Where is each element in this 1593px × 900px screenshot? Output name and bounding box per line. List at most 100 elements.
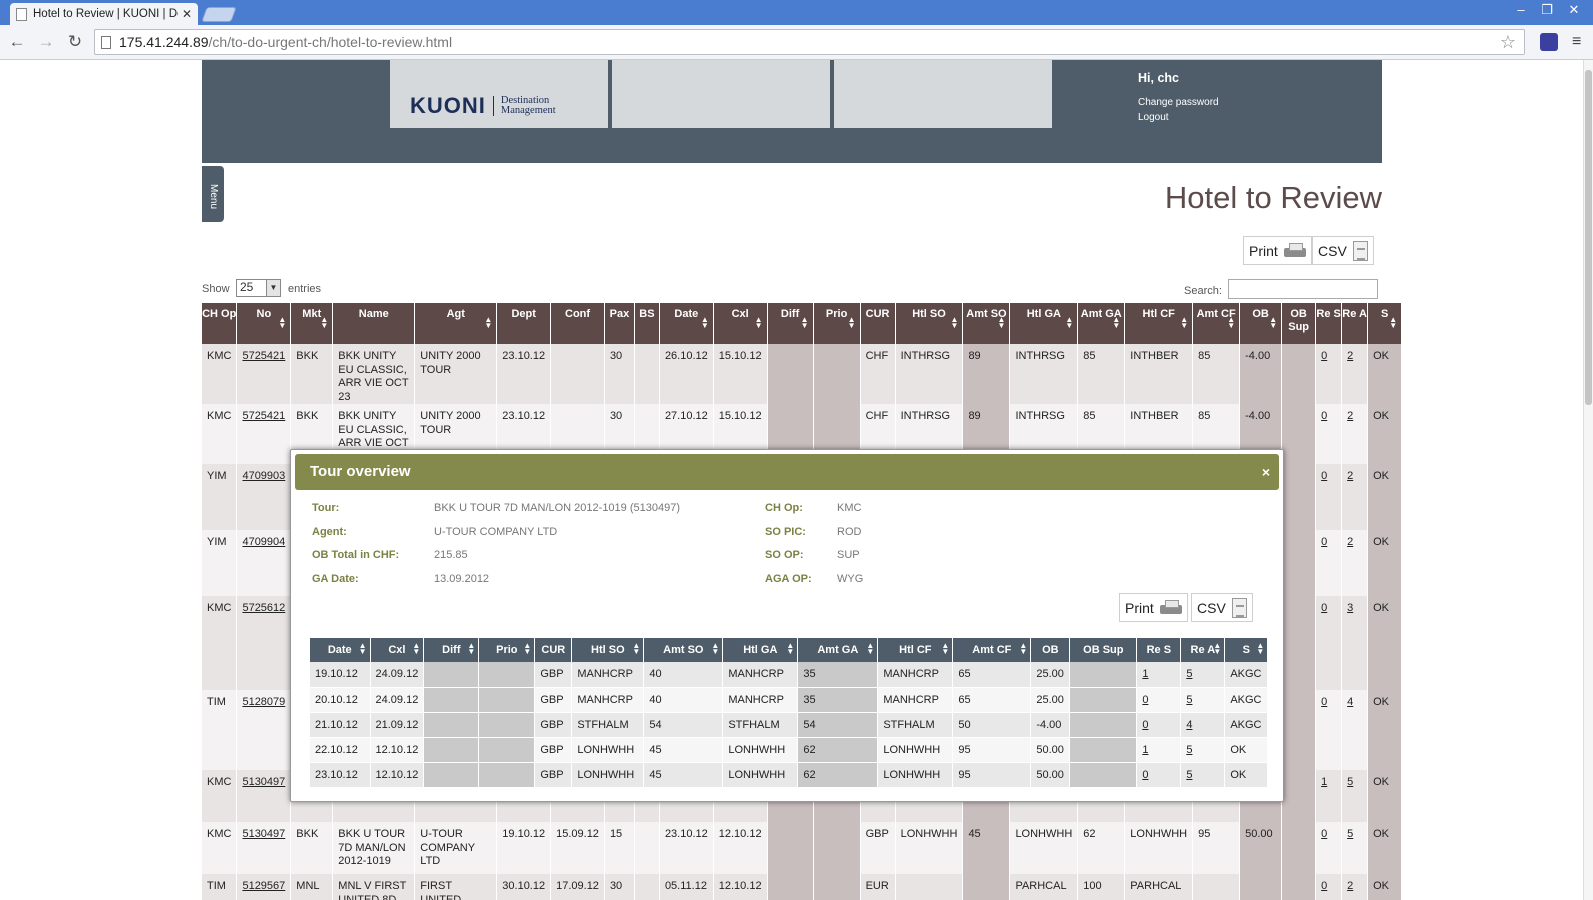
minimize-icon[interactable]: –: [1510, 2, 1532, 17]
back-icon[interactable]: ←: [7, 32, 27, 52]
row-link[interactable]: 5: [1186, 744, 1192, 756]
dialog-csv-button[interactable]: CSV: [1191, 593, 1253, 622]
table-cell[interactable]: 5130497: [236, 822, 292, 874]
column-header[interactable]: OB ▲ ▼: [1239, 303, 1283, 344]
table-cell[interactable]: 0: [1315, 596, 1343, 690]
forward-icon[interactable]: →: [36, 32, 56, 52]
table-cell[interactable]: 5: [1180, 687, 1226, 713]
row-link[interactable]: 5130497: [242, 776, 285, 788]
column-header[interactable]: Htl CF ▲ ▼: [877, 638, 954, 662]
column-header[interactable]: Amt GA ▲ ▼: [1077, 303, 1126, 344]
row-link[interactable]: 5725421: [242, 350, 285, 362]
column-header[interactable]: S ▲ ▼: [1224, 638, 1269, 662]
row-link[interactable]: 2: [1347, 536, 1353, 548]
column-header[interactable]: Re A ▲ ▼: [1180, 638, 1226, 662]
column-header[interactable]: Htl SO ▲ ▼: [571, 638, 645, 662]
row-link[interactable]: 3: [1347, 602, 1353, 614]
column-header[interactable]: Cxl ▲ ▼: [713, 303, 768, 344]
column-header[interactable]: Amt CF ▲ ▼: [1192, 303, 1241, 344]
column-header[interactable]: Re A: [1341, 303, 1369, 344]
column-header[interactable]: No ▲ ▼: [236, 303, 292, 344]
column-header[interactable]: Htl GA ▲ ▼: [1009, 303, 1079, 344]
column-header[interactable]: Prio ▲ ▼: [478, 638, 536, 662]
reload-icon[interactable]: ↻: [65, 32, 85, 52]
table-cell[interactable]: 0: [1315, 822, 1343, 874]
row-link[interactable]: 0: [1321, 880, 1327, 892]
table-cell[interactable]: 5: [1341, 822, 1369, 874]
address-bar[interactable]: 175.41.244.89/ch/to-do-urgent-ch/hotel-t…: [94, 29, 1525, 55]
table-row[interactable]: 20.10.12 24.09.12 GBP MANHCRP 40 MANHCRP 35 MAN…: [310, 687, 1269, 713]
column-header[interactable]: Htl SO ▲ ▼: [895, 303, 964, 344]
table-row[interactable]: 19.10.12 24.09.12 GBP MANHCRP 40 MANHCRP 35 MAN…: [310, 662, 1269, 688]
table-cell[interactable]: 0: [1315, 874, 1343, 900]
column-header[interactable]: Htl CF ▲ ▼: [1124, 303, 1194, 344]
column-header[interactable]: Date ▲ ▼: [310, 638, 371, 662]
row-link[interactable]: 4: [1186, 719, 1192, 731]
table-cell[interactable]: 4: [1341, 690, 1369, 770]
table-cell[interactable]: 5: [1180, 662, 1226, 688]
table-cell[interactable]: 0: [1315, 530, 1343, 596]
column-header[interactable]: BS: [634, 303, 660, 344]
column-header[interactable]: Amt SO ▲ ▼: [643, 638, 724, 662]
column-header[interactable]: Cxl ▲ ▼: [370, 638, 425, 662]
column-header[interactable]: Amt SO ▲ ▼: [962, 303, 1011, 344]
browser-menu-icon[interactable]: ≡: [1572, 33, 1581, 51]
row-link[interactable]: 5: [1186, 769, 1192, 781]
close-window-icon[interactable]: ✕: [1563, 2, 1585, 18]
table-cell[interactable]: 0: [1315, 344, 1343, 404]
row-link[interactable]: 5: [1186, 694, 1192, 706]
table-row[interactable]: 23.10.12 12.10.12 GBP LONHWHH 45 LONHWHH 62 LON…: [310, 762, 1269, 788]
table-row[interactable]: 21.10.12 21.09.12 GBP STFHALM 54 STFHALM 54 STF…: [310, 712, 1269, 738]
table-cell[interactable]: 0: [1136, 762, 1182, 788]
menu-tab[interactable]: Menu: [202, 166, 224, 222]
row-link[interactable]: 0: [1142, 719, 1148, 731]
column-header[interactable]: OB Sup: [1069, 638, 1138, 662]
row-link[interactable]: 1: [1321, 776, 1327, 788]
table-cell[interactable]: 2: [1341, 404, 1369, 464]
column-header[interactable]: Re S: [1315, 303, 1343, 344]
table-cell[interactable]: 2: [1341, 874, 1369, 900]
row-link[interactable]: 2: [1347, 880, 1353, 892]
row-link[interactable]: 0: [1321, 696, 1327, 708]
column-header[interactable]: Conf: [550, 303, 605, 344]
table-cell[interactable]: 2: [1341, 530, 1369, 596]
table-cell[interactable]: 5725612: [236, 596, 292, 690]
table-row[interactable]: KMC 5725421 BKK BKK UNITY EU CLASSIC, ARR V…: [202, 344, 1403, 404]
logout-link[interactable]: Logout: [1138, 112, 1169, 123]
table-cell[interactable]: 5129567: [236, 874, 292, 900]
table-cell[interactable]: 1: [1136, 737, 1182, 763]
table-cell[interactable]: 4: [1180, 712, 1226, 738]
column-header[interactable]: OB: [1030, 638, 1071, 662]
row-link[interactable]: 0: [1321, 470, 1327, 482]
column-header[interactable]: Amt CF ▲ ▼: [952, 638, 1032, 662]
browser-tab[interactable]: Hotel to Review | KUONI | De ✕: [10, 3, 198, 25]
row-link[interactable]: 0: [1142, 769, 1148, 781]
row-link[interactable]: 0: [1321, 350, 1327, 362]
row-link[interactable]: 5: [1347, 828, 1353, 840]
table-row[interactable]: 22.10.12 12.10.12 GBP LONHWHH 45 LONHWHH 62 LON…: [310, 737, 1269, 763]
column-header[interactable]: Date ▲ ▼: [659, 303, 714, 344]
table-cell[interactable]: 0: [1136, 687, 1182, 713]
table-cell[interactable]: 3: [1341, 596, 1369, 690]
table-cell[interactable]: 0: [1315, 404, 1343, 464]
row-link[interactable]: 2: [1347, 410, 1353, 422]
close-icon[interactable]: ×: [1262, 464, 1270, 480]
table-cell[interactable]: 5: [1180, 762, 1226, 788]
table-cell[interactable]: 5: [1341, 770, 1369, 822]
column-header[interactable]: CUR: [534, 638, 573, 662]
table-cell[interactable]: 5128079: [236, 690, 292, 770]
row-link[interactable]: 5725421: [242, 410, 285, 422]
row-link[interactable]: 0: [1142, 694, 1148, 706]
table-cell[interactable]: 5: [1180, 737, 1226, 763]
table-cell[interactable]: 5725421: [236, 344, 292, 404]
restore-icon[interactable]: ❐: [1536, 2, 1558, 18]
extension-icon[interactable]: [1540, 33, 1558, 51]
table-cell[interactable]: 0: [1315, 690, 1343, 770]
row-link[interactable]: 0: [1321, 828, 1327, 840]
column-header[interactable]: Mkt ▲ ▼: [290, 303, 334, 344]
row-link[interactable]: 5725612: [242, 602, 285, 614]
column-header[interactable]: Pax: [604, 303, 635, 344]
table-cell[interactable]: 0: [1315, 464, 1343, 530]
logo-box[interactable]: KUONI Destination Management: [390, 60, 608, 128]
table-cell[interactable]: 4709904: [236, 530, 292, 596]
